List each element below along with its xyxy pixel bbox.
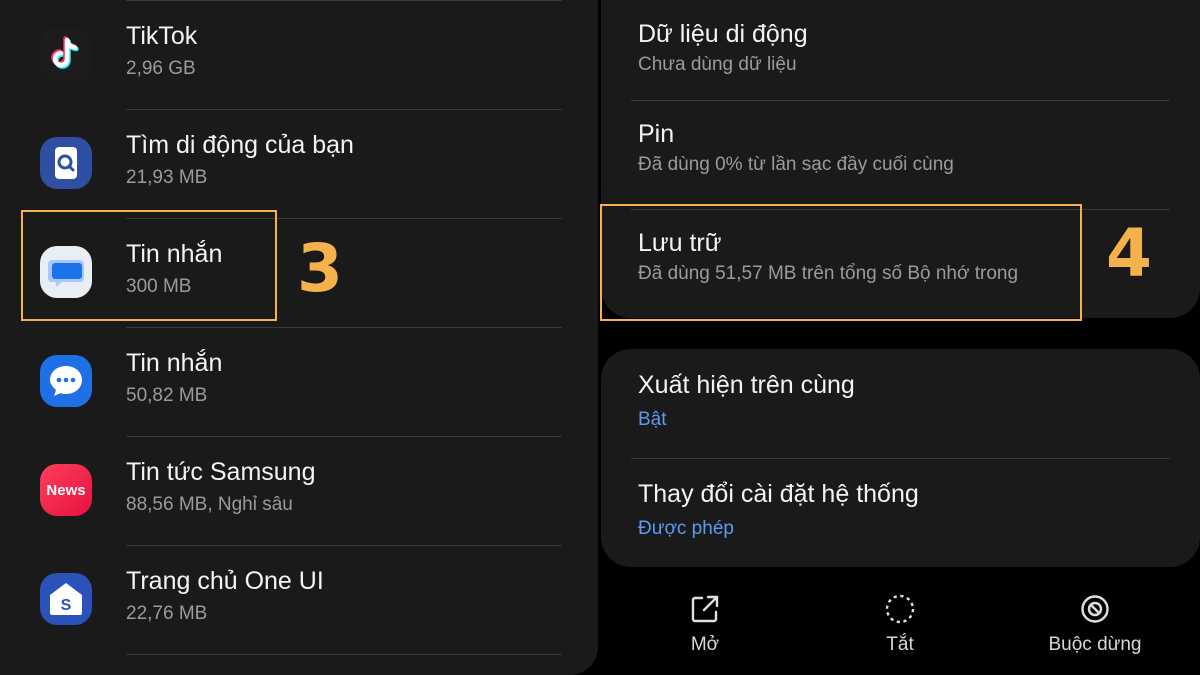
step-number-4: 4 [1106,215,1152,292]
setting-status: Bật [638,409,667,430]
appear-on-top-row[interactable]: Xuất hiện trên cùng Bật [601,349,1200,458]
app-row-one-ui-home[interactable]: S Trang chủ One UI 22,76 MB [0,545,598,654]
setting-status: Được phép [638,518,734,539]
divider [126,436,562,437]
force-stop-icon [1081,595,1109,623]
divider [126,654,562,655]
app-size: 2,96 GB [126,58,196,79]
battery-row[interactable]: Pin Đã dùng 0% từ lần sạc đầy cuối cùng [601,100,1200,209]
samsung-messages-icon [40,355,92,407]
app-name: Tìm di động của bạn [126,131,354,159]
app-row-samsung-news[interactable]: News Tin tức Samsung 88,56 MB, Nghỉ sâu [0,436,598,545]
app-size: 88,56 MB, Nghỉ sâu [126,494,293,515]
app-name: TikTok [126,22,198,50]
force-stop-button[interactable]: Buộc dừng [1025,580,1165,656]
tiktok-icon [40,28,92,80]
app-name: Tin nhắn [126,349,223,377]
setting-title: Pin [638,120,675,148]
divider [631,458,1170,459]
mobile-data-row[interactable]: Dữ liệu di động Chưa dùng dữ liệu [601,0,1200,109]
svg-text:S: S [61,597,72,614]
app-name: Trang chủ One UI [126,567,324,595]
bottom-action-bar: Mở Tắt Buộc dừng [601,580,1200,675]
app-size: 21,93 MB [126,167,208,188]
disable-button[interactable]: Tắt [830,580,970,656]
app-row-find-my-mobile[interactable]: Tìm di động của bạn 21,93 MB [0,109,598,218]
setting-title: Xuất hiện trên cùng [638,371,855,399]
action-label: Tắt [886,634,914,655]
highlight-box-step-3 [21,210,277,321]
app-size: 50,82 MB [126,385,208,406]
step-number-3: 3 [297,230,343,307]
setting-subtitle: Chưa dùng dữ liệu [638,54,797,75]
find-my-mobile-icon [40,137,92,189]
divider [126,327,562,328]
divider [126,109,562,110]
setting-title: Thay đổi cài đặt hệ thống [638,480,919,508]
permissions-settings-card: Xuất hiện trên cùng Bật Thay đổi cài đặt… [601,349,1200,567]
setting-subtitle: Đã dùng 0% từ lần sạc đầy cuối cùng [638,154,954,175]
action-label: Mở [690,634,720,655]
divider [126,545,562,546]
one-ui-home-icon: S [40,573,92,625]
divider [631,100,1170,101]
open-button[interactable]: Mở [635,580,775,656]
app-row-samsung-messages[interactable]: Tin nhắn 50,82 MB [0,327,598,436]
action-label: Buộc dừng [1048,634,1142,655]
change-system-settings-row[interactable]: Thay đổi cài đặt hệ thống Được phép [601,458,1200,567]
disable-icon [885,594,915,624]
open-external-icon [691,595,719,623]
highlight-box-step-4 [600,204,1082,321]
samsung-news-icon: News [40,464,92,516]
app-name: Tin tức Samsung [126,458,316,486]
app-list-panel: TikTok 2,96 GB Tìm di động của bạn 21,93… [0,0,598,675]
setting-title: Dữ liệu di động [638,20,808,48]
divider [126,0,562,1]
app-size: 22,76 MB [126,603,208,624]
app-row-next [0,654,598,674]
app-row-tiktok[interactable]: TikTok 2,96 GB [0,0,598,109]
